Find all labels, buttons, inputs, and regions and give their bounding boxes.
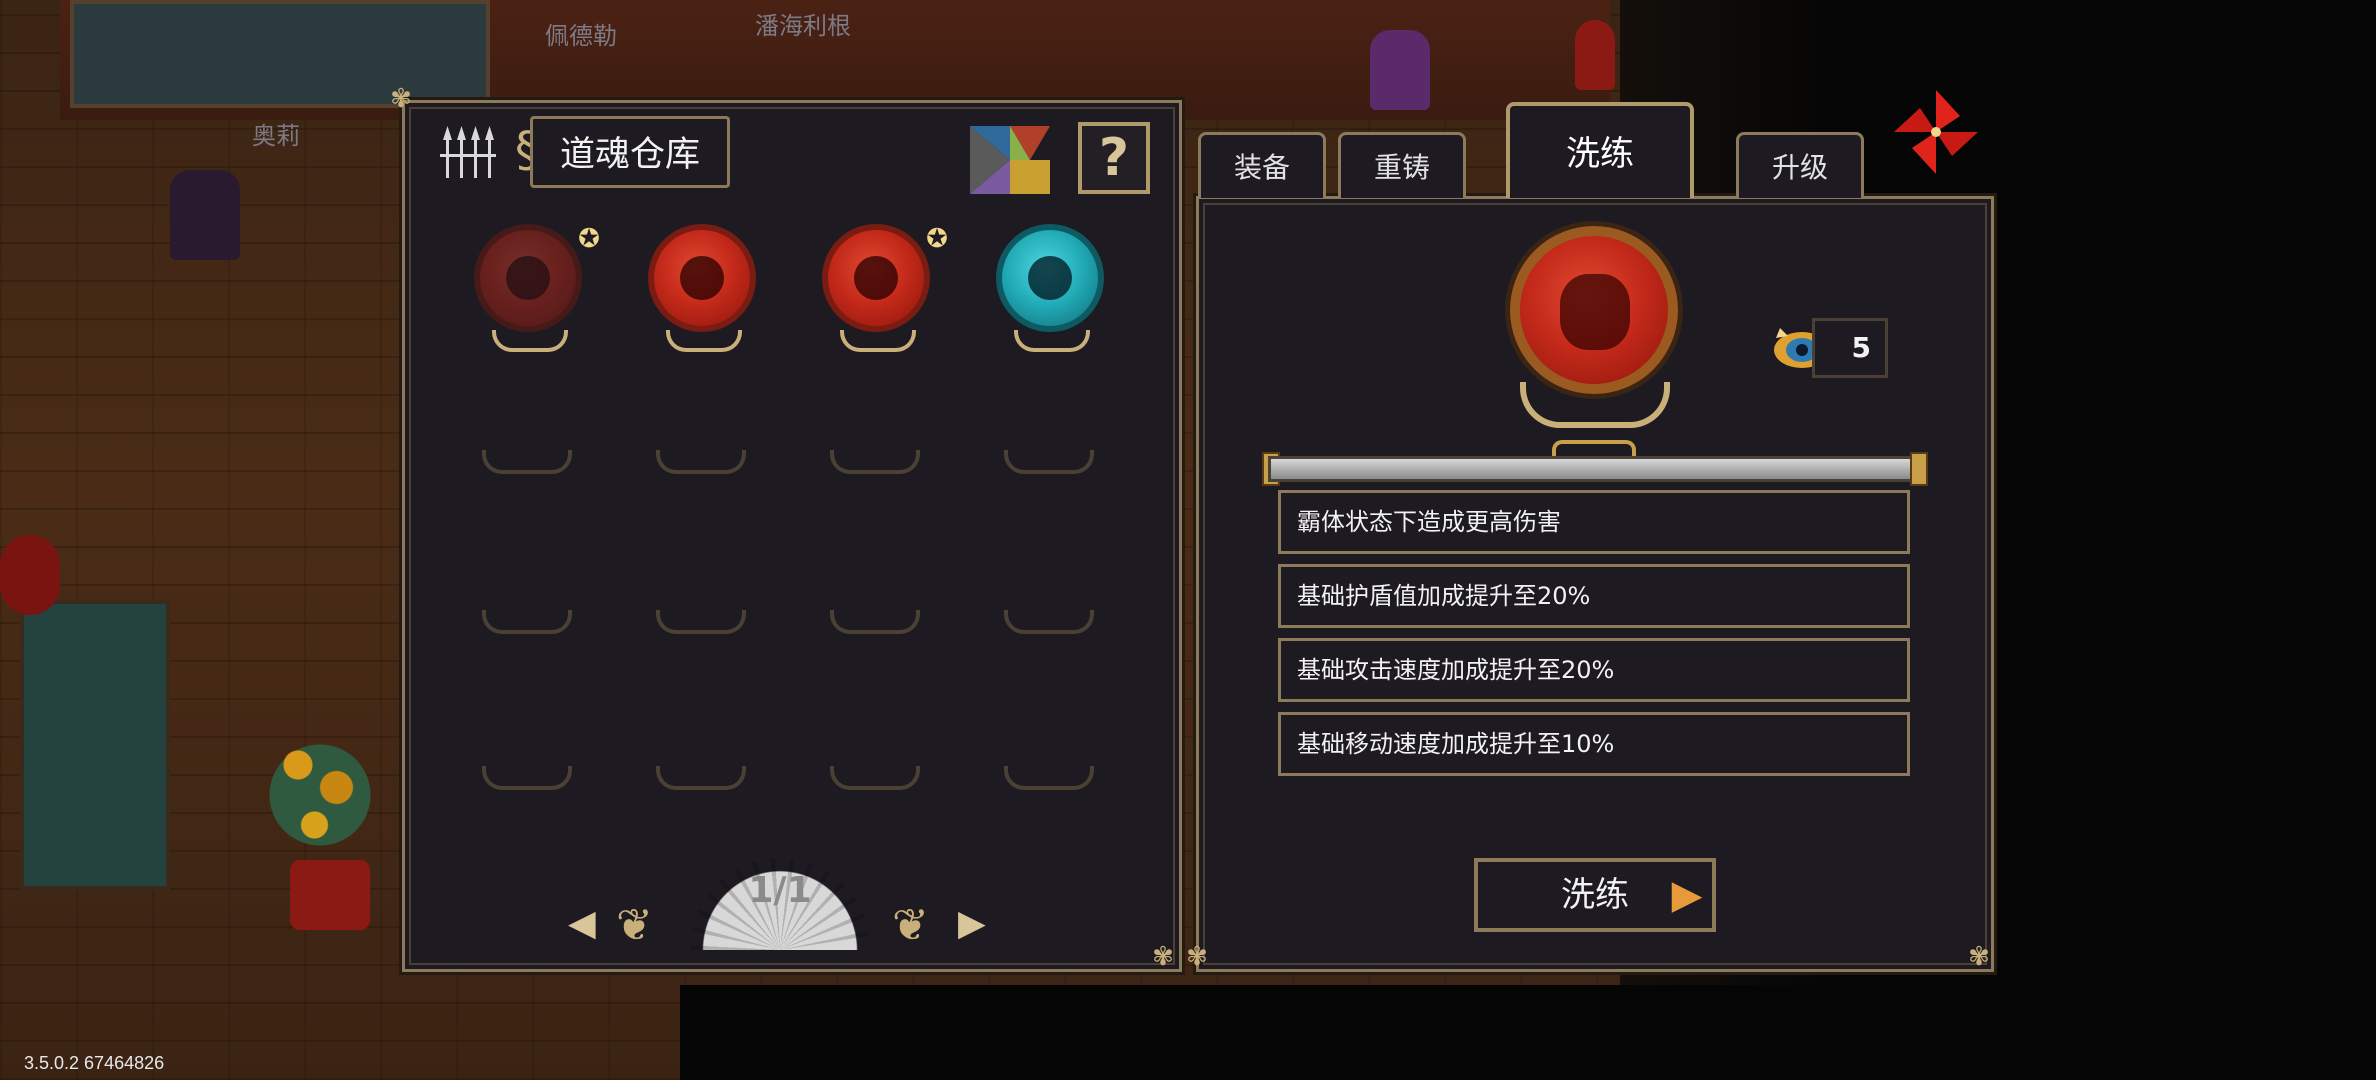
star-icon: ✪	[926, 224, 948, 254]
orb-stand	[840, 330, 916, 352]
empty-stand	[656, 766, 746, 790]
darkness	[680, 985, 2376, 1080]
cyan-soul-orb-icon	[996, 224, 1104, 332]
reroll-count-badge: 5	[1812, 318, 1888, 378]
arrow-right-icon: ▶	[1671, 872, 1703, 918]
npc-character[interactable]	[170, 170, 240, 260]
next-page-arrow-icon[interactable]: ▶	[958, 906, 986, 942]
scroll-rod	[1268, 456, 1922, 482]
soul-slot[interactable]: ✪	[452, 210, 600, 360]
orb-stand	[492, 330, 568, 352]
attribute-row: 基础移动速度加成提升至10%	[1278, 712, 1910, 776]
attribute-list: 霸体状态下造成更高伤害 基础护盾值加成提升至20% 基础攻击速度加成提升至20%…	[1278, 490, 1910, 786]
npc-character[interactable]	[1370, 30, 1430, 110]
empty-soul-slot[interactable]	[974, 540, 1094, 690]
empty-stand	[830, 610, 920, 634]
help-button[interactable]: ?	[1078, 122, 1150, 194]
prev-page-arrow-icon[interactable]: ◀	[568, 906, 596, 942]
scroll-cap	[1910, 452, 1928, 486]
empty-stand	[1004, 610, 1094, 634]
cloud-ornament-icon: ❦	[616, 900, 653, 951]
soul-slot[interactable]: ✪	[800, 210, 948, 360]
empty-soul-slot[interactable]	[626, 540, 746, 690]
corner-ornament-icon: ✾	[1968, 942, 1990, 972]
empty-soul-slot[interactable]	[452, 696, 572, 846]
rug	[20, 600, 170, 890]
attribute-row: 霸体状态下造成更高伤害	[1278, 490, 1910, 554]
empty-stand	[656, 450, 746, 474]
attribute-row: 基础护盾值加成提升至20%	[1278, 564, 1910, 628]
game-world-background: 佩德勒 潘海利根 奥莉	[0, 0, 2376, 1080]
tab-refine[interactable]: 洗练	[1506, 102, 1694, 198]
empty-soul-slot[interactable]	[800, 540, 920, 690]
vault-title: 道魂仓库	[530, 116, 730, 188]
corner-ornament-icon: ✾	[1152, 942, 1174, 972]
tab-equip[interactable]: 装备	[1198, 132, 1326, 198]
tangram-puzzle-icon[interactable]	[970, 126, 1050, 194]
page-indicator: 1/1	[748, 870, 812, 911]
corner-ornament-icon: ✾	[390, 84, 412, 114]
flower-plant	[265, 720, 375, 870]
soul-grid: ✪ ✪	[438, 210, 1146, 850]
weapons-rack-icon	[440, 126, 496, 178]
empty-soul-slot[interactable]	[974, 696, 1094, 846]
npc-name-label: 奥莉	[252, 122, 300, 150]
empty-soul-slot[interactable]	[452, 540, 572, 690]
empty-soul-slot[interactable]	[974, 380, 1094, 530]
npc-character[interactable]	[1575, 20, 1615, 90]
star-icon: ✪	[578, 224, 600, 254]
soul-slot[interactable]	[974, 210, 1104, 360]
empty-stand	[830, 766, 920, 790]
pinwheel-icon[interactable]	[1890, 86, 1982, 178]
cloud-ornament-icon: ❦	[892, 900, 929, 951]
tab-recast[interactable]: 重铸	[1338, 132, 1466, 198]
red-soul-orb-icon	[474, 224, 582, 332]
npc-name-label: 潘海利根	[755, 12, 851, 40]
red-soul-orb-icon	[822, 224, 930, 332]
empty-soul-slot[interactable]	[800, 696, 920, 846]
empty-stand	[482, 450, 572, 474]
npc-name-label: 佩德勒	[545, 22, 617, 50]
red-soul-orb-icon	[648, 224, 756, 332]
empty-soul-slot[interactable]	[800, 380, 920, 530]
rug	[70, 0, 490, 108]
version-label: 3.5.0.2 67464826	[24, 1053, 165, 1073]
empty-soul-slot[interactable]	[626, 696, 746, 846]
selected-soul-orb-icon	[1510, 226, 1678, 394]
empty-stand	[830, 450, 920, 474]
attribute-row: 基础攻击速度加成提升至20%	[1278, 638, 1910, 702]
empty-stand	[1004, 450, 1094, 474]
empty-stand	[656, 610, 746, 634]
empty-stand	[482, 610, 572, 634]
empty-stand	[482, 766, 572, 790]
corner-ornament-icon: ✾	[1186, 942, 1208, 972]
soul-slot[interactable]	[626, 210, 756, 360]
empty-stand	[1004, 766, 1094, 790]
flower-pot	[290, 860, 370, 930]
tab-upgrade[interactable]: 升级	[1736, 132, 1864, 198]
empty-soul-slot[interactable]	[452, 380, 572, 530]
orb-stand	[666, 330, 742, 352]
orb-stand	[1520, 382, 1670, 428]
empty-soul-slot[interactable]	[626, 380, 746, 530]
orb-stand	[1014, 330, 1090, 352]
lantern	[0, 535, 60, 615]
